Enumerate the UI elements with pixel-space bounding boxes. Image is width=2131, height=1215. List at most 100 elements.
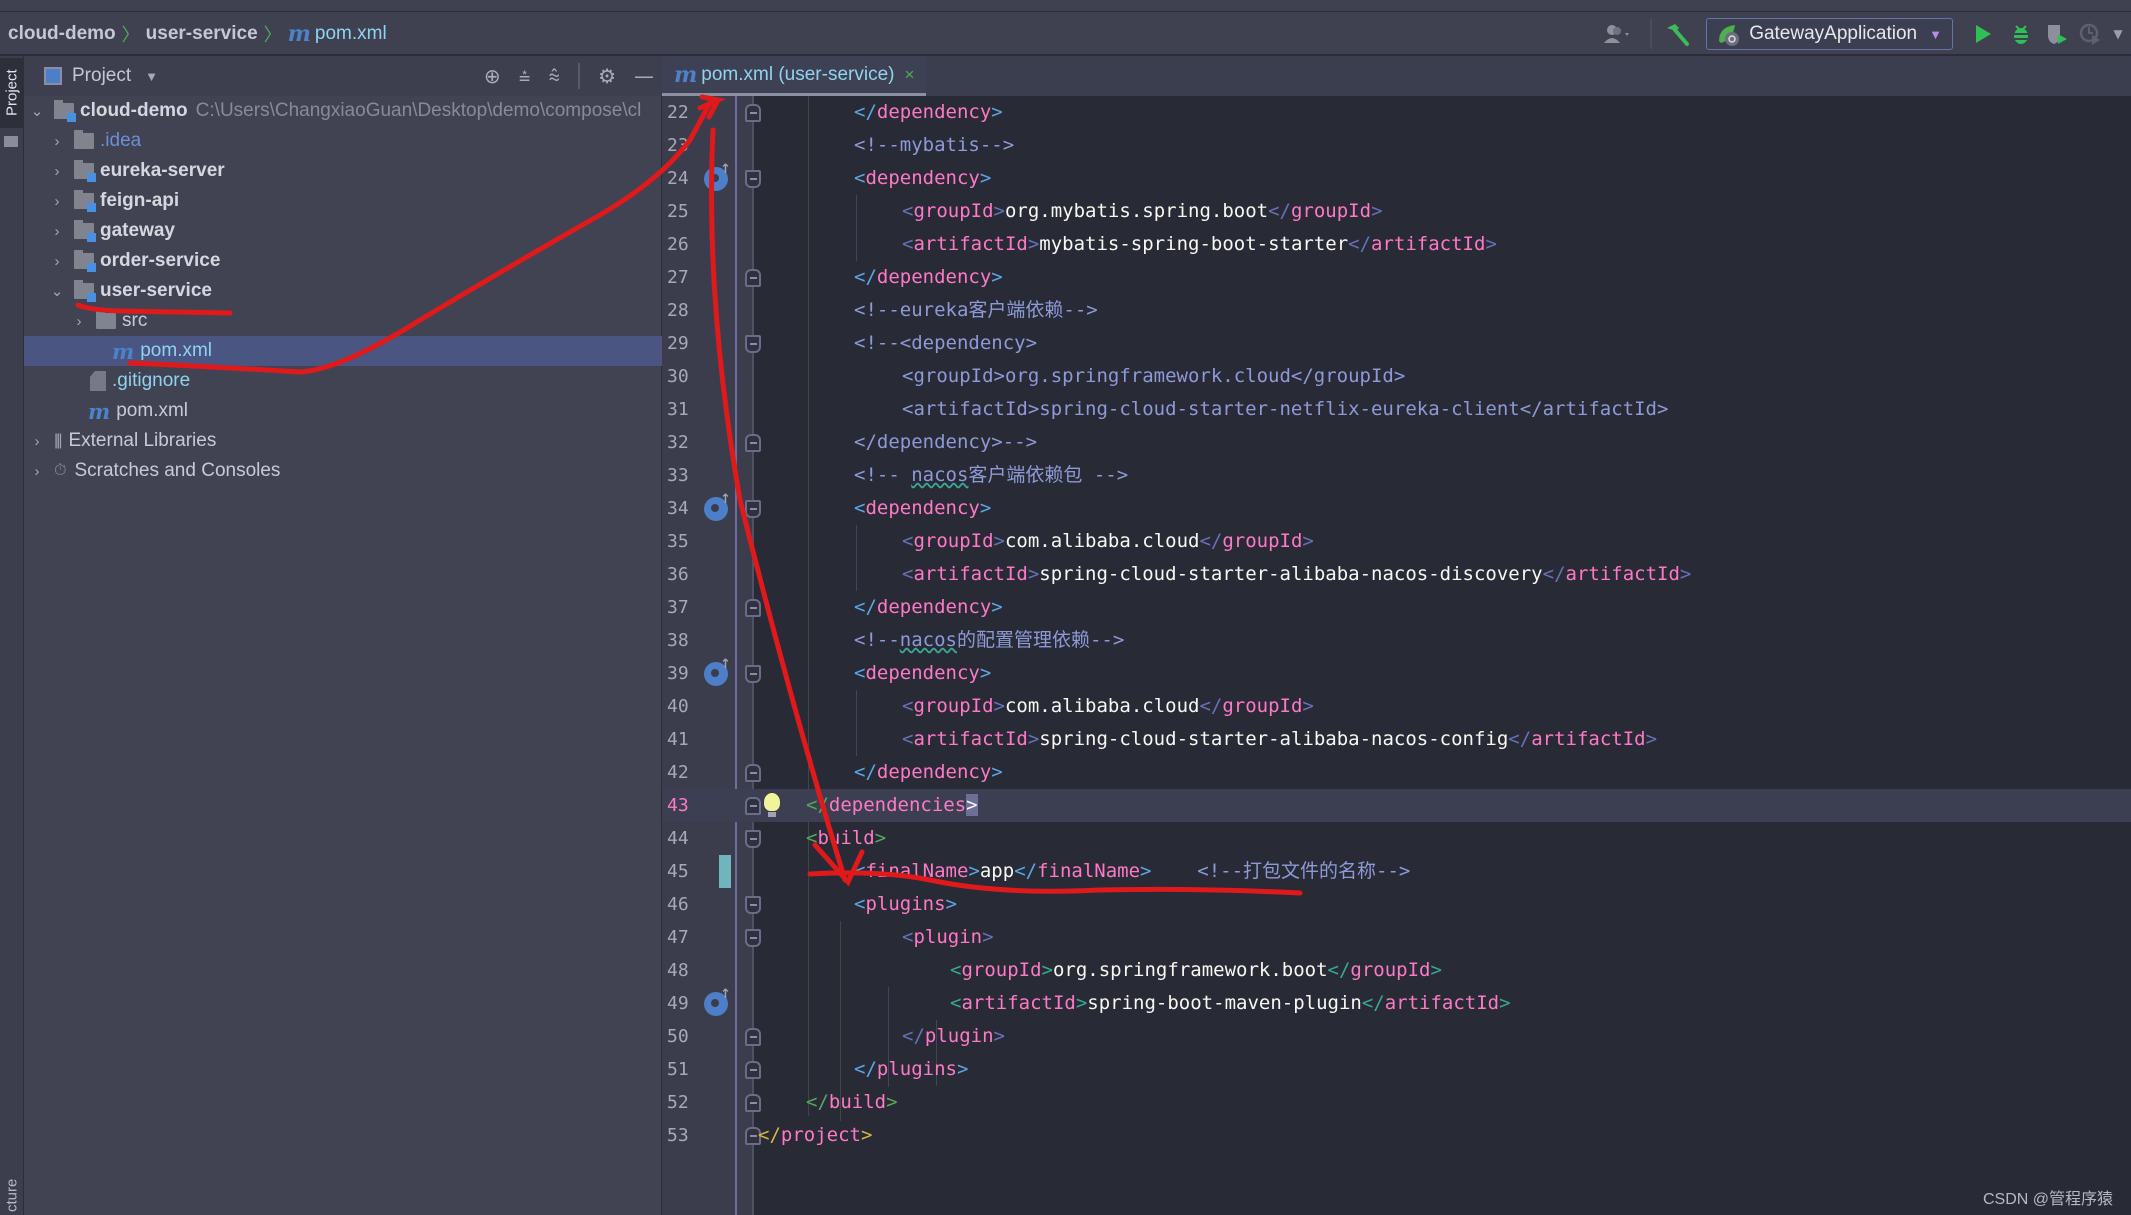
tree-item-gitignore[interactable]: .gitignore bbox=[24, 366, 662, 396]
fold-marker-icon[interactable] bbox=[745, 599, 761, 617]
locate-file-icon[interactable]: ⊕ bbox=[484, 64, 501, 88]
code-line[interactable]: 51 </plugins> bbox=[662, 1053, 2131, 1086]
tree-item-order-service[interactable]: › order-service bbox=[24, 246, 662, 276]
structure-tool-tab[interactable]: cture bbox=[0, 1175, 24, 1215]
tree-item-idea[interactable]: › .idea bbox=[24, 126, 662, 156]
code-line[interactable]: 37 </dependency> bbox=[662, 591, 2131, 624]
code-line[interactable]: 39 ↑ <dependency> bbox=[662, 657, 2131, 690]
vcs-user-button[interactable] bbox=[1596, 12, 1640, 56]
tree-item-eureka-server[interactable]: › eureka-server bbox=[24, 156, 662, 186]
maven-dependency-navigate-icon[interactable]: ↑ bbox=[704, 492, 731, 521]
fold-marker-icon[interactable] bbox=[745, 434, 761, 452]
chevron-right-icon[interactable]: › bbox=[30, 463, 44, 480]
run-with-coverage-button[interactable] bbox=[2039, 12, 2075, 56]
code-line[interactable]: 41 <artifactId>spring-cloud-starter-alib… bbox=[662, 723, 2131, 756]
fold-marker-icon[interactable] bbox=[745, 830, 761, 848]
chevron-right-icon[interactable]: › bbox=[50, 253, 64, 270]
tab-pom-xml-user-service[interactable]: m pom.xml (user-service) × bbox=[662, 56, 927, 96]
chevron-right-icon[interactable]: › bbox=[30, 433, 44, 450]
code-line[interactable]: 29 <!--<dependency> bbox=[662, 327, 2131, 360]
fold-marker-icon[interactable] bbox=[745, 797, 761, 815]
code-line[interactable]: 36 <artifactId>spring-cloud-starter-alib… bbox=[662, 558, 2131, 591]
fold-marker-icon[interactable] bbox=[745, 1094, 761, 1112]
maven-dependency-navigate-icon[interactable]: ↑ bbox=[704, 657, 731, 686]
more-run-options-button[interactable]: ▼ bbox=[2105, 12, 2131, 56]
folder-tool-icon[interactable] bbox=[4, 136, 18, 147]
code-line[interactable]: 49 ↑ <artifactId>spring-boot-maven-plugi… bbox=[662, 987, 2131, 1020]
code-line[interactable]: 44 <build> bbox=[662, 822, 2131, 855]
code-line[interactable]: 42 </dependency> bbox=[662, 756, 2131, 789]
tree-item-gateway[interactable]: › gateway bbox=[24, 216, 662, 246]
tree-item-user-service-pom[interactable]: m pom.xml bbox=[24, 336, 662, 366]
lightbulb-intention-icon[interactable] bbox=[764, 793, 780, 817]
chevron-right-icon[interactable]: › bbox=[50, 133, 64, 150]
tree-item-scratches[interactable]: › ⏱ Scratches and Consoles bbox=[24, 456, 662, 486]
fold-marker-icon[interactable] bbox=[745, 170, 761, 188]
fold-marker-icon[interactable] bbox=[745, 500, 761, 518]
fold-marker-icon[interactable] bbox=[745, 1061, 761, 1079]
code-line[interactable]: 38 <!--nacos的配置管理依赖--> bbox=[662, 624, 2131, 657]
code-line[interactable]: 23 <!--mybatis--> bbox=[662, 129, 2131, 162]
fold-marker-icon[interactable] bbox=[745, 764, 761, 782]
code-line[interactable]: 35 <groupId>com.alibaba.cloud</groupId> bbox=[662, 525, 2131, 558]
code-line[interactable]: 31 <artifactId>spring-cloud-starter-netf… bbox=[662, 393, 2131, 426]
chevron-down-icon[interactable]: ⌄ bbox=[30, 102, 44, 120]
code-line[interactable]: 52 </build> bbox=[662, 1086, 2131, 1119]
code-line[interactable]: 28 <!--eureka客户端依赖--> bbox=[662, 294, 2131, 327]
build-button[interactable] bbox=[1662, 12, 1692, 56]
code-line[interactable]: 34 ↑ <dependency> bbox=[662, 492, 2131, 525]
expand-all-icon[interactable]: ⩮ bbox=[519, 64, 531, 88]
breadcrumb-item-cloud-demo[interactable]: cloud-demo bbox=[8, 23, 116, 45]
fold-marker-icon[interactable] bbox=[745, 665, 761, 683]
code-line[interactable]: 24 ↑ <dependency> bbox=[662, 162, 2131, 195]
code-line[interactable]: 30 <groupId>org.springframework.cloud</g… bbox=[662, 360, 2131, 393]
collapse-all-icon[interactable]: ⩯ bbox=[548, 64, 560, 88]
breadcrumb-item-pom-xml[interactable]: pom.xml bbox=[315, 23, 387, 45]
code-line[interactable]: 26 <artifactId>mybatis-spring-boot-start… bbox=[662, 228, 2131, 261]
project-view-selector[interactable]: Project ▼ bbox=[44, 65, 158, 87]
tree-item-root-pom[interactable]: m pom.xml bbox=[24, 396, 662, 426]
close-icon[interactable]: × bbox=[904, 65, 914, 85]
tree-item-cloud-demo[interactable]: ⌄ cloud-demo C:\Users\ChangxiaoGuan\Desk… bbox=[24, 96, 662, 126]
chevron-right-icon[interactable]: › bbox=[50, 223, 64, 240]
fold-marker-icon[interactable] bbox=[745, 1028, 761, 1046]
code-line[interactable]: 40 <groupId>com.alibaba.cloud</groupId> bbox=[662, 690, 2131, 723]
code-line-current[interactable]: 43 </dependencies> bbox=[662, 789, 2131, 822]
tree-item-user-service[interactable]: ⌄ user-service bbox=[24, 276, 662, 306]
fold-marker-icon[interactable] bbox=[745, 335, 761, 353]
tree-item-src[interactable]: › src bbox=[24, 306, 662, 336]
run-configuration-selector[interactable]: GatewayApplication ▼ bbox=[1706, 18, 1953, 50]
code-line[interactable]: 33 <!-- nacos客户端依赖包 --> bbox=[662, 459, 2131, 492]
code-line[interactable]: 22 </dependency> bbox=[662, 96, 2131, 129]
chevron-right-icon[interactable]: › bbox=[50, 163, 64, 180]
code-line[interactable]: 46 <plugins> bbox=[662, 888, 2131, 921]
gear-icon[interactable]: ⚙ bbox=[598, 64, 616, 88]
code-line[interactable]: 27 </dependency> bbox=[662, 261, 2131, 294]
maven-dependency-navigate-icon[interactable]: ↑ bbox=[704, 987, 731, 1016]
chevron-right-icon[interactable]: › bbox=[50, 193, 64, 210]
vcs-change-marker[interactable] bbox=[719, 855, 731, 888]
tree-item-external-libraries[interactable]: › ||| External Libraries bbox=[24, 426, 662, 456]
code-line[interactable]: 50 </plugin> bbox=[662, 1020, 2131, 1053]
tree-item-feign-api[interactable]: › feign-api bbox=[24, 186, 662, 216]
project-panel-actions: ⊕ ⩮ ⩯ ⚙ — bbox=[484, 56, 654, 96]
maven-dependency-navigate-icon[interactable]: ↑ bbox=[704, 162, 731, 191]
chevron-right-icon[interactable]: › bbox=[72, 313, 86, 330]
fold-marker-icon[interactable] bbox=[745, 929, 761, 947]
fold-marker-icon[interactable] bbox=[745, 269, 761, 287]
run-button[interactable] bbox=[1963, 12, 2003, 56]
code-line[interactable]: 32 </dependency>--> bbox=[662, 426, 2131, 459]
code-line[interactable]: 45 <finalName>app</finalName> <!--打包文件的名… bbox=[662, 855, 2131, 888]
breadcrumb-item-user-service[interactable]: user-service bbox=[146, 23, 258, 45]
debug-button[interactable] bbox=[2003, 12, 2039, 56]
fold-marker-icon[interactable] bbox=[745, 104, 761, 122]
profile-button[interactable] bbox=[2075, 12, 2105, 56]
code-line[interactable]: 47 <plugin> bbox=[662, 921, 2131, 954]
code-line[interactable]: 25 <groupId>org.mybatis.spring.boot</gro… bbox=[662, 195, 2131, 228]
project-tool-tab[interactable]: Project bbox=[0, 58, 24, 128]
minimize-icon[interactable]: — bbox=[634, 64, 654, 88]
fold-marker-icon[interactable] bbox=[745, 896, 761, 914]
code-line[interactable]: 48 <groupId>org.springframework.boot</gr… bbox=[662, 954, 2131, 987]
code-line[interactable]: 53 </project> bbox=[662, 1119, 2131, 1152]
chevron-down-icon[interactable]: ⌄ bbox=[50, 282, 64, 300]
